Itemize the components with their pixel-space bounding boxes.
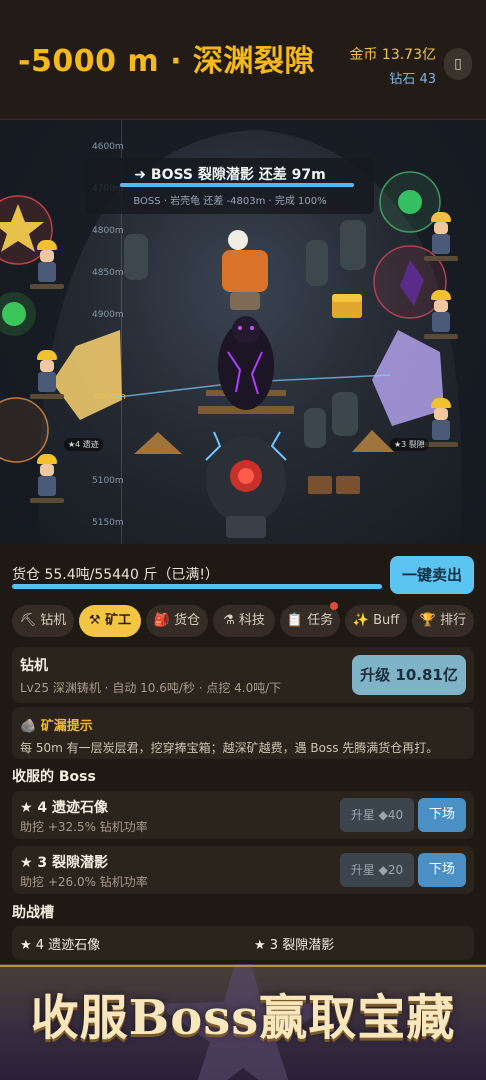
bosses-section-title: 收服的 Boss <box>12 769 96 785</box>
upgrade-star-button[interactable]: 升星 ◆40 <box>340 798 414 832</box>
promo-text: 收服Boss赢取宝藏 <box>30 990 456 1046</box>
sell-all-button[interactable]: 一键卖出 <box>390 556 474 594</box>
boss-bonus: 助挖 +26.0% 钻机功率 <box>20 875 148 889</box>
tab-storage[interactable]: 🎒 货仓 <box>146 605 208 637</box>
assist-slot-left[interactable]: ★ 4 遗迹石像 <box>20 934 100 953</box>
tab-ranking[interactable]: 🏆 排行 <box>412 605 474 637</box>
drill-stats: Lv25 深渊铸机 · 自动 10.6吨/秒 · 点挖 4.0吨/下 <box>20 681 282 695</box>
miner[interactable] <box>424 212 458 261</box>
mining-scene[interactable]: 4600m 4700m 4800m 4850m 4900m 5100m 5150… <box>0 120 486 544</box>
depth-tick: 4800m <box>92 226 124 236</box>
drill-title: 钻机 <box>20 658 48 674</box>
top-bar: -5000 m · 深渊裂隙 金币 13.73亿 钻石 43 ▯ <box>0 0 486 120</box>
assist-slot-right[interactable]: ★ 3 裂隙潜影 <box>254 934 334 953</box>
dismiss-boss-button[interactable]: 下场 <box>418 798 466 832</box>
dismiss-boss-button[interactable]: 下场 <box>418 853 466 887</box>
control-panel: 货仓 55.4吨/55440 斤（已满!） 一键卖出 ⛏ 钻机 ⚒ 矿工 🎒 货… <box>0 544 486 964</box>
boss-progress-banner: ➜ BOSS 裂隙潜影 还差 97m BOSS · 岩壳龟 还差 -4803m … <box>86 158 374 214</box>
boss-figure <box>222 250 268 292</box>
storage-bar <box>12 584 382 589</box>
tab-miners[interactable]: ⚒ 矿工 <box>79 605 141 637</box>
menu-button[interactable]: ▯ <box>444 48 472 80</box>
depth-tick: 4900m <box>92 310 124 320</box>
assist-slots: ★ 4 遗迹石像 ★ 3 裂隙潜影 <box>12 926 474 960</box>
boss-name: ★ 4 遗迹石像 <box>20 800 109 816</box>
tab-drill[interactable]: ⛏ 钻机 <box>12 605 74 637</box>
depth-tick: 4600m <box>92 142 124 152</box>
helper-badge-right: ★3 裂隙 <box>390 438 429 451</box>
tab-tech[interactable]: ⚗ 科技 <box>213 605 275 637</box>
tab-tasks-label: 📋 任务 <box>286 613 334 628</box>
promo-banner: 收服Boss赢取宝藏 <box>0 964 486 1080</box>
boss-bonus: 助挖 +32.5% 钻机功率 <box>20 820 148 834</box>
miner[interactable] <box>30 240 64 289</box>
boss-name: ★ 3 裂隙潜影 <box>20 855 109 871</box>
upgrade-drill-button[interactable]: 升级 10.81亿 <box>352 655 466 695</box>
gold-counter: 金币 13.73亿 <box>349 47 436 63</box>
tip-title: 🪨 矿漏提示 <box>20 719 93 734</box>
helper-badge-left: ★4 遗迹 <box>64 438 103 451</box>
boss-row: ★ 3 裂隙潜影 助挖 +26.0% 钻机功率 升星 ◆20 下场 <box>12 846 474 894</box>
miner[interactable] <box>424 398 458 447</box>
upgrade-star-button[interactable]: 升星 ◆20 <box>340 853 414 887</box>
drill-card: 钻机 Lv25 深渊铸机 · 自动 10.6吨/秒 · 点挖 4.0吨/下 升级… <box>12 647 474 703</box>
tab-bar: ⛏ 钻机 ⚒ 矿工 🎒 货仓 ⚗ 科技 📋 任务 ✨ Buff 🏆 排行 <box>12 602 474 637</box>
diamond-counter: 钻石 43 <box>389 72 436 87</box>
storage-label: 货仓 55.4吨/55440 斤（已满!） <box>12 567 219 583</box>
miner[interactable] <box>30 350 64 399</box>
storage-bar-fill <box>12 584 382 589</box>
depth-tick: 4850m <box>92 268 124 278</box>
miner[interactable] <box>30 454 64 503</box>
tab-buff[interactable]: ✨ Buff <box>345 605 407 637</box>
boss-distance-title: ➜ BOSS 裂隙潜影 还差 97m <box>134 167 326 183</box>
depth-tick: 5100m <box>92 476 124 486</box>
depth-marker: 4900m <box>94 392 126 402</box>
tab-tasks[interactable]: 📋 任务 <box>280 602 340 637</box>
assist-section-title: 助战槽 <box>12 905 54 921</box>
notification-dot <box>330 602 338 610</box>
boss-status-text: BOSS · 岩壳龟 还差 -4803m · 完成 100% <box>133 196 327 207</box>
depth-title: -5000 m · 深渊裂隙 <box>18 44 315 79</box>
depth-tick: 5150m <box>92 518 124 528</box>
boss-progress-fill <box>120 183 354 187</box>
game-screen: -5000 m · 深渊裂隙 金币 13.73亿 钻石 43 ▯ 4600m 4… <box>0 0 486 1080</box>
tip-text: 每 50m 有一层炭层君，挖穿捧宝箱；越深矿越费，遇 Boss 先腾满货仓再打。 <box>20 741 439 755</box>
miner[interactable] <box>424 290 458 339</box>
tip-card: 🪨 矿漏提示 每 50m 有一层炭层君，挖穿捧宝箱；越深矿越费，遇 Boss 先… <box>12 707 474 759</box>
boss-progress-bar <box>120 183 354 187</box>
boss-row: ★ 4 遗迹石像 助挖 +32.5% 钻机功率 升星 ◆40 下场 <box>12 791 474 839</box>
